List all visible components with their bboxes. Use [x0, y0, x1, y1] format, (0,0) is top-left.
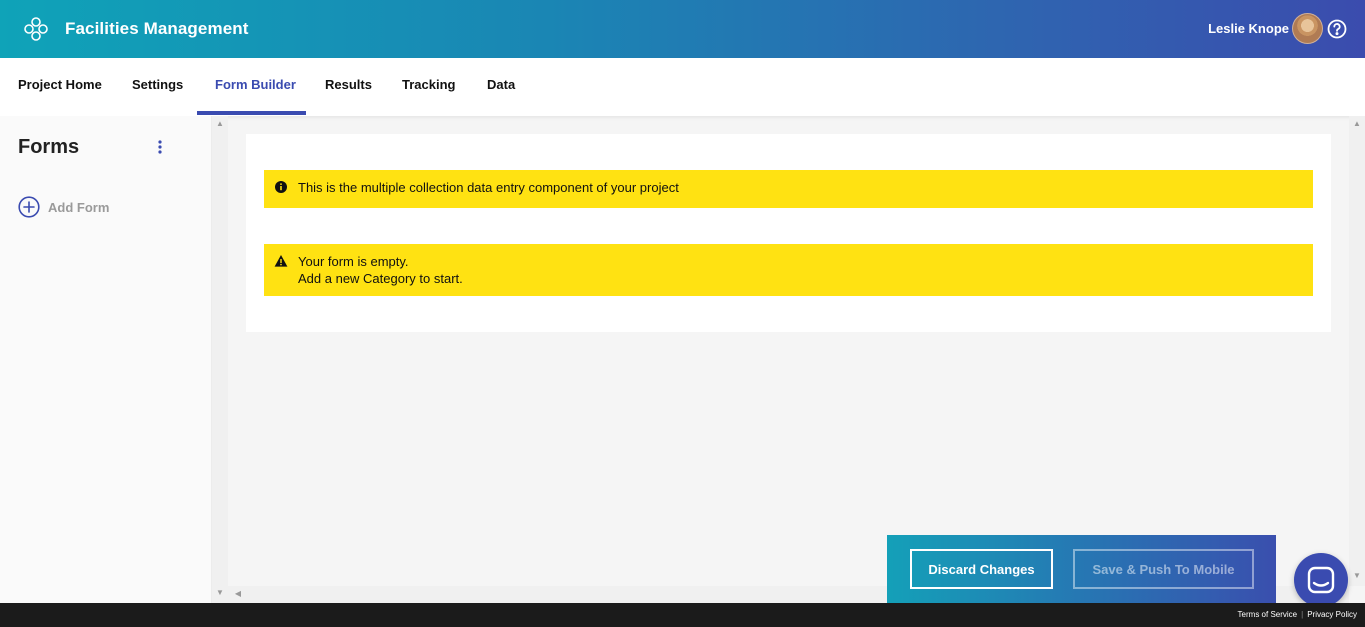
- tab-form-builder[interactable]: Form Builder: [215, 58, 296, 116]
- active-tab-indicator: [197, 111, 306, 115]
- app-title: Facilities Management: [65, 19, 249, 38]
- form-builder-card: [246, 134, 1331, 332]
- save-push-mobile-button[interactable]: Save & Push To Mobile: [1073, 549, 1254, 589]
- add-form-button[interactable]: Add Form: [18, 196, 109, 218]
- forms-sidebar: Forms Add Form: [0, 116, 212, 603]
- scroll-up-arrow-icon[interactable]: ▲: [212, 119, 228, 128]
- warning-banner-line1: Your form is empty.: [298, 254, 409, 269]
- scroll-left-arrow-icon[interactable]: ◀: [230, 589, 246, 598]
- main-tab-bar: Project Home Settings Form Builder Resul…: [0, 58, 1365, 116]
- tab-data[interactable]: Data: [487, 58, 515, 116]
- app-logo-icon[interactable]: [23, 16, 49, 42]
- info-banner: This is the multiple collection data ent…: [264, 170, 1313, 208]
- forms-title: Forms: [18, 136, 80, 158]
- top-header: Facilities Management Leslie Knope: [0, 0, 1365, 58]
- footer-separator: |: [1301, 610, 1304, 619]
- warning-icon: [274, 255, 288, 267]
- warning-banner-line2: Add a new Category to start.: [298, 271, 463, 286]
- user-avatar[interactable]: [1292, 13, 1323, 44]
- help-icon[interactable]: [1327, 19, 1347, 39]
- terms-of-service-link[interactable]: Terms of Service: [1238, 610, 1298, 619]
- form-action-bar: Discard Changes Save & Push To Mobile: [887, 535, 1276, 603]
- scroll-down-arrow-icon[interactable]: ▼: [1349, 571, 1365, 580]
- user-name[interactable]: Leslie Knope: [1208, 21, 1289, 36]
- add-circle-icon: [18, 196, 40, 218]
- page-footer: Terms of Service | Privacy Policy: [0, 603, 1365, 627]
- scroll-up-arrow-icon[interactable]: ▲: [1349, 119, 1365, 128]
- add-form-label: Add Form: [48, 199, 110, 215]
- privacy-policy-link[interactable]: Privacy Policy: [1307, 610, 1357, 619]
- tab-results[interactable]: Results: [325, 58, 372, 116]
- main-vertical-scrollbar[interactable]: ▲ ▼: [1349, 116, 1365, 586]
- more-options-icon[interactable]: [153, 138, 167, 156]
- info-icon: [275, 181, 287, 193]
- tab-tracking[interactable]: Tracking: [402, 58, 455, 116]
- tab-project-home[interactable]: Project Home: [18, 58, 102, 116]
- chat-icon: [1307, 566, 1335, 594]
- tab-settings[interactable]: Settings: [132, 58, 183, 116]
- chat-launcher-button[interactable]: [1294, 553, 1348, 607]
- discard-changes-button[interactable]: Discard Changes: [910, 549, 1053, 589]
- scroll-down-arrow-icon[interactable]: ▼: [212, 588, 228, 597]
- warning-banner: Your form is empty. Add a new Category t…: [264, 244, 1313, 296]
- info-banner-text: This is the multiple collection data ent…: [298, 180, 679, 195]
- sidebar-scrollbar[interactable]: ▲ ▼: [212, 116, 228, 603]
